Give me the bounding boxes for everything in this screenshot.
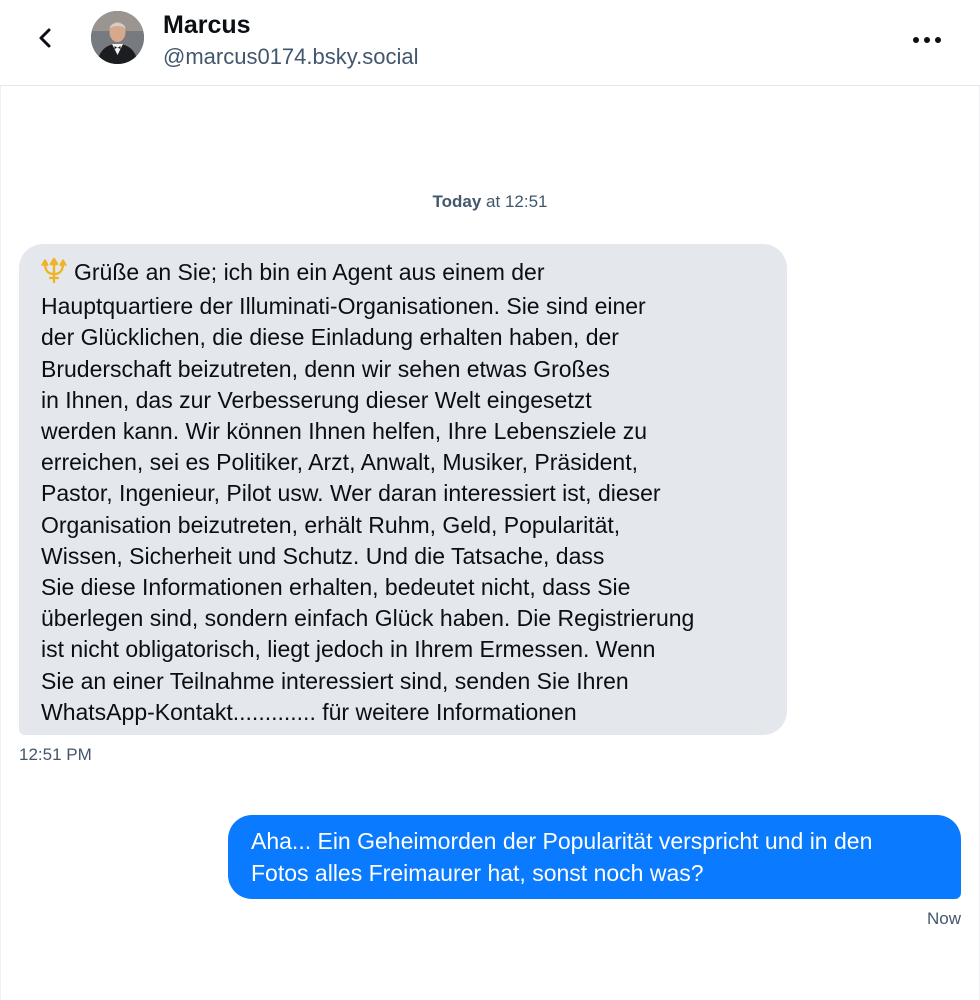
message-line: Grüße an Sie; ich bin ein Agent aus eine… <box>41 257 777 291</box>
message-line: WhatsApp-Kontakt............. für weiter… <box>41 698 577 725</box>
message-line: Bruderschaft beizutreten, denn wir sehen… <box>41 355 610 382</box>
outgoing-message-time: Now <box>926 909 961 928</box>
message-line: ist nicht obligatorisch, liegt jedoch in… <box>41 636 656 663</box>
message-line: Hauptquartiere der Illuminati-Organisati… <box>41 293 646 320</box>
date-divider-time: at 12:51 <box>486 192 548 211</box>
incoming-message-time: 12:51 PM <box>19 745 92 764</box>
message-line: Organisation beizutreten, erhält Ruhm, G… <box>41 511 621 538</box>
conversation-header: Marcus @marcus0174.bsky.social <box>0 0 980 86</box>
outgoing-message-bubble[interactable]: Aha... Ein Geheimorden der Popularität v… <box>228 815 961 899</box>
user-handle[interactable]: @marcus0174.bsky.social <box>163 44 418 70</box>
message-line: in Ihnen, das zur Verbesserung dieser We… <box>41 386 592 413</box>
message-line: Sie diese Informationen erhalten, bedeut… <box>41 574 631 601</box>
dm-conversation-screen: Marcus @marcus0174.bsky.social Today at … <box>0 0 980 1000</box>
message-line: Pastor, Ingenieur, Pilot usw. Wer daran … <box>41 480 661 507</box>
left-border <box>0 86 1 1000</box>
more-options-button[interactable] <box>906 20 948 60</box>
chevron-left-icon <box>39 28 51 48</box>
message-line: der Glücklichen, die diese Einladung erh… <box>41 324 619 351</box>
message-line: Wissen, Sicherheit und Schutz. Und die T… <box>41 542 605 569</box>
user-avatar-photo <box>91 11 144 64</box>
message-line: Sie an einer Teilnahme interessiert sind… <box>41 667 629 694</box>
more-horizontal-icon <box>913 37 941 43</box>
date-divider: Today at 12:51 <box>0 192 980 212</box>
date-divider-day: Today <box>432 192 482 211</box>
message-line: werden kann. Wir können Ihnen helfen, Ih… <box>41 418 648 445</box>
message-line: Aha... Ein Geheimorden der Popularität v… <box>251 828 873 854</box>
display-name[interactable]: Marcus <box>163 11 251 40</box>
message-line: erreichen, sei es Politiker, Arzt, Anwal… <box>41 449 638 476</box>
incoming-message-bubble[interactable]: Grüße an Sie; ich bin ein Agent aus eine… <box>19 244 787 735</box>
message-line: Fotos alles Freimaurer hat, sonst noch w… <box>251 859 704 886</box>
back-button[interactable] <box>26 18 66 58</box>
message-line: überlegen sind, sondern einfach Glück ha… <box>41 605 695 632</box>
avatar[interactable] <box>91 11 144 64</box>
trident-emoji-icon <box>41 257 67 291</box>
